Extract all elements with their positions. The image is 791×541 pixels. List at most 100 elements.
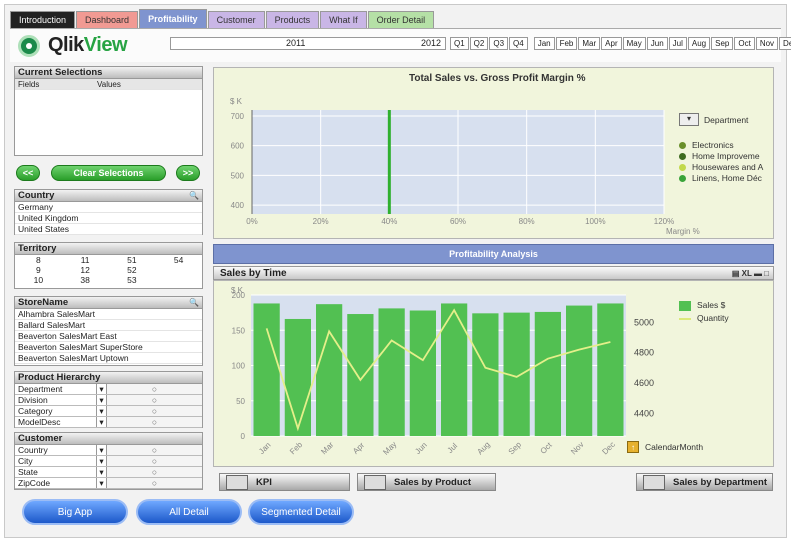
month-jun[interactable]: Jun <box>646 37 668 50</box>
dropdown-arrow-icon[interactable]: ▾ <box>97 384 107 394</box>
dimension-selector[interactable]: ↑ CalendarMonth <box>627 441 703 453</box>
month-oct[interactable]: Oct <box>734 37 755 50</box>
store-item[interactable]: Beaverton SalesMart Uptown <box>15 353 202 364</box>
dropdown-arrow-icon[interactable]: ▾ <box>97 395 107 405</box>
month-feb[interactable]: Feb <box>555 37 578 50</box>
search-field[interactable]: ○ <box>107 395 202 405</box>
dropdown-arrow-icon[interactable]: ▾ <box>97 467 107 477</box>
store-item[interactable]: Beaverton SalesMart SuperStore <box>15 342 202 353</box>
customer-row[interactable]: City ▾ ○ <box>15 456 202 467</box>
product-hierarchy-row[interactable]: Division ▾ ○ <box>15 395 202 406</box>
search-field[interactable]: ○ <box>107 406 202 416</box>
sales-bar[interactable] <box>472 313 499 436</box>
sales-by-product-button[interactable]: Sales by Product <box>357 473 496 491</box>
legend-item[interactable]: Linens, Home Déc <box>679 173 763 183</box>
year-2011[interactable]: 2011 <box>286 38 305 48</box>
dropdown-arrow-icon[interactable]: ▾ <box>97 456 107 466</box>
sales-bar[interactable] <box>409 310 436 436</box>
product-hierarchy-row[interactable]: Department ▾ ○ <box>15 384 202 395</box>
store-item[interactable]: Beaverton SalesMart East <box>15 331 202 342</box>
month-jul[interactable]: Jul <box>668 37 687 50</box>
sales-bar[interactable] <box>284 318 311 436</box>
search-field[interactable]: ○ <box>107 384 202 394</box>
product-hierarchy-row[interactable]: Category ▾ ○ <box>15 406 202 417</box>
territory-item[interactable]: 10 <box>15 275 62 285</box>
territory-item[interactable]: 12 <box>62 265 109 275</box>
country-item[interactable]: United States <box>15 224 202 235</box>
store-item[interactable]: Alhambra SalesMart <box>15 309 202 320</box>
dropdown-arrow-icon[interactable]: ▾ <box>97 478 107 488</box>
sales-bar[interactable] <box>597 303 624 436</box>
store-item[interactable]: Ballard SalesMart <box>15 320 202 331</box>
sales-bar[interactable] <box>534 311 561 436</box>
segmented-detail-button[interactable]: Segmented Detail <box>248 499 354 525</box>
sales-vs-margin-chart[interactable]: 400 500 600 700 0% 20% 40% 60% 80% 100% 120% $ K Mar… <box>213 67 774 239</box>
country-item[interactable]: Germany <box>15 202 202 213</box>
territory-item[interactable]: 54 <box>155 255 202 265</box>
sales-bar[interactable] <box>378 308 405 436</box>
legend-item[interactable]: Home Improveme <box>679 151 763 161</box>
department-dropdown-icon[interactable]: ▾ <box>679 113 699 126</box>
back-button[interactable]: << <box>16 165 40 181</box>
sales-by-time-chart[interactable]: 0 50 100 150 200 4400 4600 4800 5000 $ K Jan Feb Mar… <box>213 280 774 467</box>
month-nov[interactable]: Nov <box>755 37 779 50</box>
clear-selections-button[interactable]: Clear Selections <box>51 165 166 181</box>
month-may[interactable]: May <box>622 37 646 50</box>
territory-item[interactable]: 52 <box>109 265 156 275</box>
tab-order-detail[interactable]: Order Detail <box>367 11 435 28</box>
tab-customer[interactable]: Customer <box>207 11 265 28</box>
sales-bar[interactable] <box>253 303 280 436</box>
dimension-cycle-icon[interactable]: ↑ <box>627 441 639 453</box>
forward-button[interactable]: >> <box>176 165 200 181</box>
month-dec[interactable]: Dec <box>779 37 791 50</box>
tab-dashboard[interactable]: Dashboard <box>76 11 139 28</box>
legend-item[interactable]: Electronics <box>679 140 763 150</box>
month-jan[interactable]: Jan <box>533 37 555 50</box>
search-icon[interactable]: 🔍 <box>189 298 199 307</box>
country-item[interactable]: United Kingdom <box>15 213 202 224</box>
search-icon[interactable]: 🔍 <box>189 191 199 200</box>
sales-bar[interactable] <box>347 314 374 436</box>
customer-row[interactable]: ZipCode ▾ ○ <box>15 478 202 489</box>
all-detail-button[interactable]: All Detail <box>136 499 242 525</box>
year-2012[interactable]: 2012 <box>421 38 441 48</box>
dropdown-arrow-icon[interactable]: ▾ <box>97 417 107 427</box>
sales-by-department-button[interactable]: Sales by Department <box>636 473 773 491</box>
customer-row[interactable]: Country ▾ ○ <box>15 445 202 456</box>
year-slider[interactable]: 2011 2012 <box>170 37 446 50</box>
territory-item[interactable]: 53 <box>109 275 156 285</box>
search-field[interactable]: ○ <box>107 445 202 455</box>
search-field[interactable]: ○ <box>107 467 202 477</box>
quarter-q3[interactable]: Q3 <box>489 37 509 50</box>
sales-bar[interactable] <box>316 304 343 436</box>
legend-item[interactable]: Housewares and A <box>679 162 763 172</box>
dropdown-arrow-icon[interactable]: ▾ <box>97 445 107 455</box>
tab-introduction[interactable]: Introduction <box>10 11 76 28</box>
month-aug[interactable]: Aug <box>687 37 711 50</box>
month-apr[interactable]: Apr <box>601 37 622 50</box>
search-field[interactable]: ○ <box>107 456 202 466</box>
territory-item[interactable]: 11 <box>62 255 109 265</box>
sales-bar[interactable] <box>566 305 593 436</box>
month-sep[interactable]: Sep <box>711 37 734 50</box>
tab-products[interactable]: Products <box>265 11 320 28</box>
territory-item[interactable]: 8 <box>15 255 62 265</box>
quarter-q4[interactable]: Q4 <box>509 37 528 50</box>
big-app-button[interactable]: Big App <box>22 499 128 525</box>
tab-profitability[interactable]: Profitability <box>139 9 207 28</box>
product-hierarchy-row[interactable]: ModelDesc ▾ ○ <box>15 417 202 428</box>
window-controls-icon[interactable]: ▤ XL ▬ □ <box>732 269 769 278</box>
data-mark[interactable] <box>387 110 391 214</box>
territory-item[interactable]: 51 <box>109 255 156 265</box>
territory-item[interactable]: 9 <box>15 265 62 275</box>
search-field[interactable]: ○ <box>107 417 202 427</box>
search-field[interactable]: ○ <box>107 478 202 488</box>
customer-row[interactable]: State ▾ ○ <box>15 467 202 478</box>
kpi-button[interactable]: KPI <box>219 473 350 491</box>
tab-what-if[interactable]: What If <box>320 11 367 28</box>
territory-item[interactable]: 38 <box>62 275 109 285</box>
month-mar[interactable]: Mar <box>578 37 601 50</box>
quarter-q2[interactable]: Q2 <box>469 37 489 50</box>
dropdown-arrow-icon[interactable]: ▾ <box>97 406 107 416</box>
quarter-q1[interactable]: Q1 <box>450 37 469 50</box>
